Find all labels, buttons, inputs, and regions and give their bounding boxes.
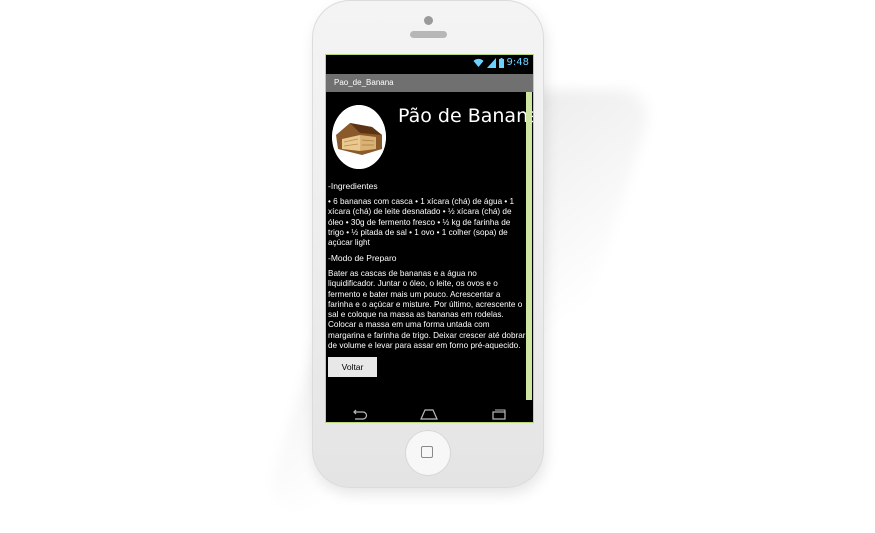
banana-bread-image	[332, 105, 386, 169]
earpiece-speaker	[410, 31, 447, 38]
preparation-text: Bater as cascas de bananas e a água no l…	[328, 269, 526, 351]
home-square-icon	[421, 446, 433, 458]
front-camera	[424, 16, 433, 25]
battery-icon	[498, 57, 504, 68]
back-icon[interactable]	[352, 408, 368, 420]
ingredients-heading: -Ingredientes	[328, 181, 378, 191]
recents-icon[interactable]	[491, 408, 507, 420]
app-title-bar: Pao_de_Banana	[326, 74, 533, 92]
phone-screen: 9:48 Pao_de_Banana Pão de Banana -Ingred…	[326, 55, 533, 422]
status-icons: 9:48	[473, 57, 529, 68]
home-icon[interactable]	[420, 408, 439, 420]
back-button[interactable]: Voltar	[328, 357, 377, 377]
phone-home-button[interactable]	[405, 430, 451, 476]
signal-icon	[486, 57, 496, 68]
recipe-content[interactable]: Pão de Banana -Ingredientes • 6 bananas …	[326, 92, 533, 405]
status-time: 9:48	[506, 57, 529, 68]
android-nav-bar	[326, 405, 533, 422]
wifi-icon	[473, 58, 484, 68]
scrollbar[interactable]	[526, 92, 532, 400]
ingredients-text: • 6 bananas com casca • 1 xícara (chá) d…	[328, 197, 515, 248]
status-bar: 9:48	[326, 55, 533, 73]
recipe-title: Pão de Banana	[398, 105, 533, 127]
preparation-heading: -Modo de Preparo	[328, 253, 397, 263]
